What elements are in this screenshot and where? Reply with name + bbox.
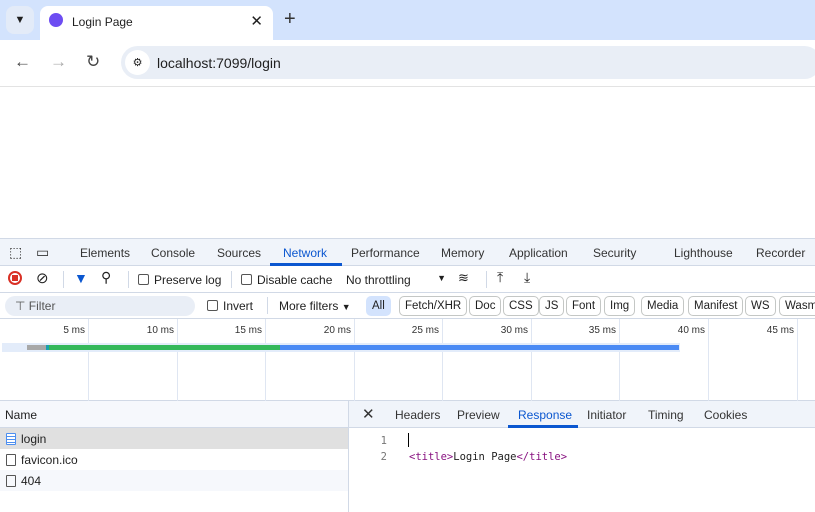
type-filter-all[interactable]: All [366, 296, 391, 316]
filter-icon: ⊤ [15, 299, 29, 313]
request-list: Name login favicon.ico 404 [0, 401, 349, 512]
tab-console[interactable]: Console [151, 246, 195, 260]
tab-network[interactable]: Network [283, 246, 327, 260]
network-conditions-icon[interactable]: ≋ [458, 270, 469, 286]
tab-preview[interactable]: Preview [457, 408, 500, 422]
tick-label: 20 ms [323, 325, 351, 336]
network-toolbar: ⊘ ▼ ⚲ Preserve log Disable cache No thro… [0, 266, 815, 293]
preserve-log-checkbox[interactable]: Preserve log [138, 273, 221, 287]
import-har-icon[interactable]: ⤒ [497, 269, 503, 286]
file-icon [6, 453, 16, 466]
record-icon[interactable] [8, 271, 22, 285]
browser-tab[interactable]: Login Page ✕ [40, 6, 273, 40]
type-filter-js[interactable]: JS [539, 296, 565, 316]
name-column-header[interactable]: Name [0, 401, 348, 428]
type-filter-ws[interactable]: WS [745, 296, 776, 316]
site-settings-icon[interactable]: ⚙ [125, 50, 150, 75]
tab-performance[interactable]: Performance [351, 246, 420, 260]
active-tab-indicator [508, 425, 578, 428]
type-filter-doc[interactable]: Doc [469, 296, 502, 316]
tick-label: 5 ms [63, 325, 85, 336]
back-icon[interactable]: ← [14, 52, 31, 72]
tick-label: 25 ms [411, 325, 439, 336]
tab-memory[interactable]: Memory [441, 246, 484, 260]
tab-security[interactable]: Security [593, 246, 636, 260]
throttling-select[interactable]: No throttling ▼ [346, 273, 446, 287]
export-har-icon[interactable]: ⤓ [524, 269, 530, 286]
reload-icon[interactable]: ↻ [86, 52, 100, 72]
tab-application[interactable]: Application [509, 246, 568, 260]
type-filter-img[interactable]: Img [604, 296, 636, 316]
favicon-icon [49, 13, 63, 27]
device-toolbar-icon[interactable]: ▭ [36, 244, 49, 261]
clear-icon[interactable]: ⊘ [36, 269, 49, 287]
devtools-tabs: ⬚ ▭ Elements Console Sources Network Per… [0, 239, 815, 266]
filter-input[interactable]: ⊤ Filter [5, 296, 195, 316]
chevron-down-icon: ▼ [14, 14, 26, 26]
tick-label: 15 ms [234, 325, 262, 336]
more-filters-dropdown[interactable]: More filters ▼ [279, 299, 351, 313]
tab-timing[interactable]: Timing [648, 408, 684, 422]
queueing-segment [27, 345, 46, 350]
tab-response[interactable]: Response [518, 408, 572, 422]
filter-bar: ⊤ Filter Invert More filters ▼ All Fetch… [0, 293, 815, 319]
devtools-panel: ⬚ ▭ Elements Console Sources Network Per… [0, 238, 815, 512]
tab-initiator[interactable]: Initiator [587, 408, 626, 422]
type-filter-font[interactable]: Font [566, 296, 602, 316]
forward-icon[interactable]: → [50, 52, 67, 72]
inspect-element-icon[interactable]: ⬚ [9, 244, 22, 261]
file-icon [6, 474, 16, 487]
tab-headers[interactable]: Headers [395, 408, 440, 422]
disable-cache-checkbox[interactable]: Disable cache [241, 273, 332, 287]
request-row[interactable]: favicon.ico [0, 449, 348, 470]
tab-title: Login Page [72, 15, 133, 29]
response-code-line[interactable]: <title>Login Page</title> [409, 451, 567, 463]
line-number: 1 [380, 435, 387, 447]
type-filter-fetch-xhr[interactable]: Fetch/XHR [399, 296, 468, 316]
invert-checkbox[interactable]: Invert [207, 299, 253, 313]
tab-elements[interactable]: Elements [80, 246, 130, 260]
new-tab-button[interactable]: + [284, 8, 296, 31]
request-row[interactable]: login [0, 428, 348, 449]
browser-toolbar: ← → ↻ ⚙ localhost:7099/login [0, 40, 815, 87]
waiting-segment [49, 345, 280, 350]
text-cursor [408, 433, 409, 447]
search-icon[interactable]: ⚲ [101, 269, 111, 286]
close-icon[interactable]: ✕ [362, 405, 375, 423]
tick-label: 45 ms [766, 325, 794, 336]
tab-cookies[interactable]: Cookies [704, 408, 747, 422]
filter-icon[interactable]: ▼ [74, 270, 88, 286]
document-icon [6, 432, 16, 445]
download-segment [280, 345, 679, 350]
tick-label: 35 ms [588, 325, 616, 336]
line-number: 2 [380, 451, 387, 463]
address-bar[interactable]: ⚙ localhost:7099/login [121, 46, 815, 79]
dropdown-arrow-icon: ▼ [437, 273, 446, 283]
tick-label: 10 ms [146, 325, 174, 336]
type-filter-media[interactable]: Media [641, 296, 685, 316]
close-tab-icon[interactable]: ✕ [250, 12, 263, 30]
url-text[interactable]: localhost:7099/login [157, 55, 281, 71]
type-filter-css[interactable]: CSS [503, 296, 539, 316]
tab-recorder[interactable]: Recorder [756, 246, 805, 260]
tick-label: 30 ms [500, 325, 528, 336]
request-row[interactable]: 404 [0, 470, 348, 491]
tab-lighthouse[interactable]: Lighthouse [674, 246, 733, 260]
type-filter-wasm[interactable]: Wasm [779, 296, 815, 316]
tab-sources[interactable]: Sources [217, 246, 261, 260]
network-overview[interactable]: 5 ms 10 ms 15 ms 20 ms 25 ms 30 ms 35 ms… [0, 319, 815, 401]
tick-label: 40 ms [677, 325, 705, 336]
type-filter-manifest[interactable]: Manifest [688, 296, 744, 316]
request-detail: ✕ Headers Preview Response Initiator Tim… [349, 401, 815, 512]
tab-strip: ▼ Login Page ✕ + [0, 0, 815, 40]
tab-search-button[interactable]: ▼ [6, 6, 34, 34]
